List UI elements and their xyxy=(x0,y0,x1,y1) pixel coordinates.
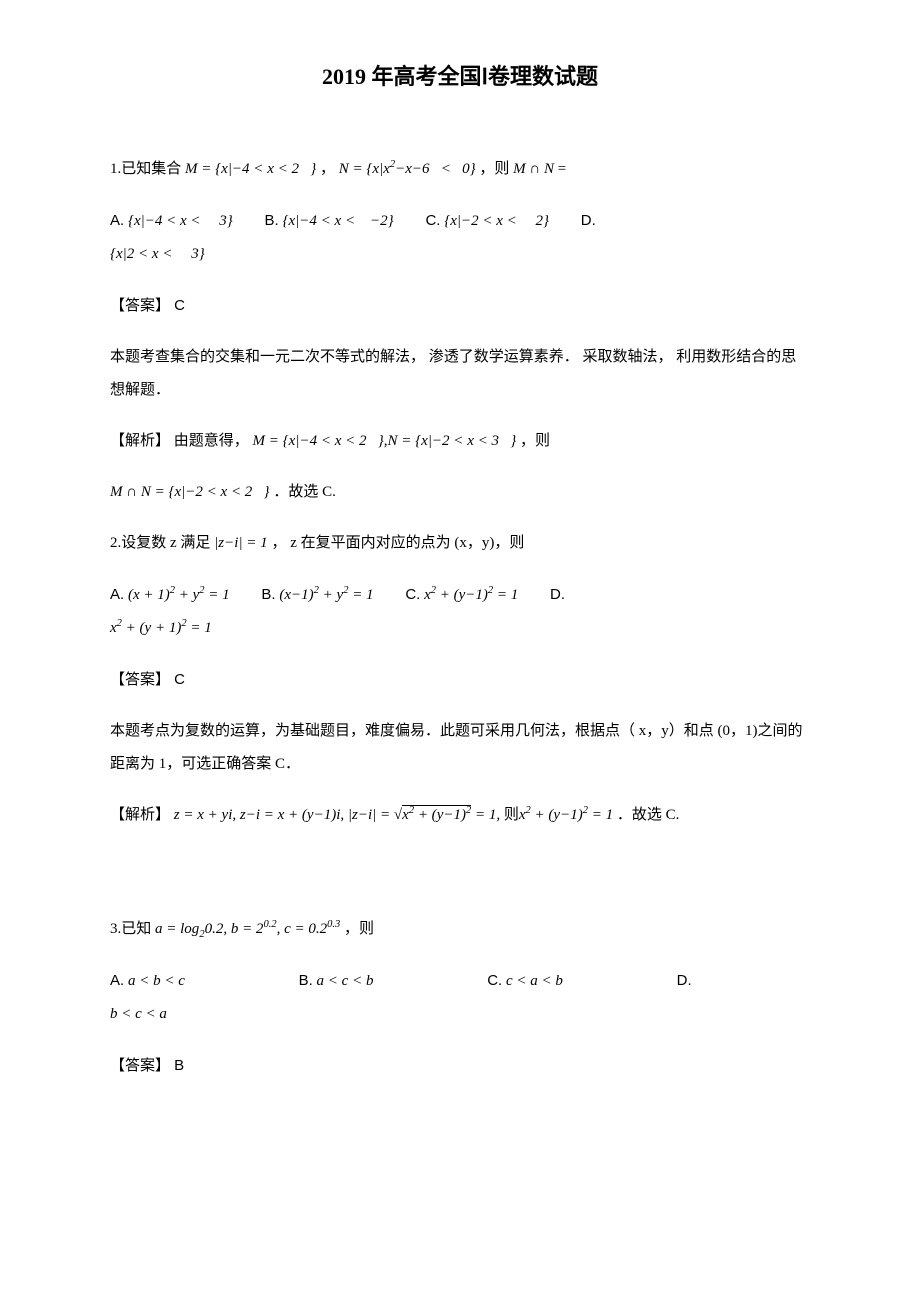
opt-label: D. xyxy=(581,212,596,229)
opt-math: (x−1)2 + y2 = 1 xyxy=(279,587,373,603)
q1-optD-math: {x|2 < x < 3} xyxy=(110,246,205,262)
opt-math: {x|−4 < x < 3} xyxy=(128,213,233,229)
opt-math: a < b < c xyxy=(128,973,185,989)
q1-answer: 【答案】 C xyxy=(110,289,810,323)
answer-value: B xyxy=(170,1057,184,1074)
opt-label: D. xyxy=(550,586,565,603)
answer-label: 【答案】 xyxy=(110,672,170,688)
q3-optD: D. xyxy=(677,964,692,998)
q1-optB: B. {x|−4 < x < −2} xyxy=(265,204,394,238)
opt-label: D. xyxy=(677,972,692,989)
q1-optA: A. {x|−4 < x < 3} xyxy=(110,204,233,238)
q2-optB: B. (x−1)2 + y2 = 1 xyxy=(261,578,373,612)
q1-optD: D. xyxy=(581,204,596,238)
q2-explain: 本题考点为复数的运算，为基础题目，难度偏易．此题可采用几何法，根据点（ x，y）… xyxy=(110,715,810,781)
text: 则 xyxy=(504,807,519,823)
opt-math: c < a < b xyxy=(506,973,563,989)
text: 由题意得， xyxy=(174,433,253,449)
opt-label: C. xyxy=(405,586,420,603)
q1-n-def: N = {x|x2−x−6 < 0} xyxy=(339,161,476,177)
page-title: 2019 年高考全国Ⅰ卷理数试题 xyxy=(110,60,810,93)
q1-eq: = xyxy=(558,161,566,177)
text: ．故选 C. xyxy=(273,484,336,500)
q2-options: A. (x + 1)2 + y2 = 1 B. (x−1)2 + y2 = 1 … xyxy=(110,578,810,645)
analysis-label: 【解析】 xyxy=(110,807,170,823)
q1-options: A. {x|−4 < x < 3} B. {x|−4 < x < −2} C. … xyxy=(110,204,810,271)
tail: ，则 xyxy=(520,433,550,449)
q3-optC: C. c < a < b xyxy=(487,964,563,998)
q2-answer: 【答案】 C xyxy=(110,663,810,697)
q2-cond: |z−i| = 1 xyxy=(214,535,268,551)
q1-analysis-2: M ∩ N = {x|−2 < x < 2 } ．故选 C. xyxy=(110,476,810,509)
math: N = {x|−2 < x < 3 } xyxy=(388,433,517,449)
q3-optD-math: b < c < a xyxy=(110,1006,167,1022)
answer-label: 【答案】 xyxy=(110,298,170,314)
q2-analysis: 【解析】 z = x + yi, z−i = x + (y−1)i, |z−i|… xyxy=(110,799,810,832)
q2-stem-prefix: 2.设复数 z 满足 xyxy=(110,535,214,551)
q1-sep1: ， xyxy=(320,161,335,177)
q1-sep2: ，则 xyxy=(479,161,513,177)
analysis-label: 【解析】 xyxy=(110,433,170,449)
opt-label: C. xyxy=(425,212,440,229)
q2-optD-math: x2 + (y + 1)2 = 1 xyxy=(110,620,212,636)
q3-answer: 【答案】 B xyxy=(110,1049,810,1083)
q1-mn: M ∩ N xyxy=(513,161,554,177)
answer-value: C xyxy=(170,297,185,314)
answer-label: 【答案】 xyxy=(110,1058,170,1074)
opt-label: C. xyxy=(487,972,502,989)
q2-optD: D. xyxy=(550,578,565,612)
q2-optA: A. (x + 1)2 + y2 = 1 xyxy=(110,578,230,612)
q3-optB: B. a < c < b xyxy=(299,964,374,998)
math: M = {x|−4 < x < 2 } xyxy=(253,433,384,449)
q1-stem: 1.已知集合 M = {x|−4 < x < 2 } ， N = {x|x2−x… xyxy=(110,153,810,186)
opt-label: B. xyxy=(265,212,279,229)
opt-math: x2 + (y−1)2 = 1 xyxy=(424,587,518,603)
opt-label: B. xyxy=(299,972,313,989)
q3-stem-tail: ，则 xyxy=(344,921,374,937)
q1-explain: 本题考查集合的交集和一元二次不等式的解法， 渗透了数学运算素养． 采取数轴法， … xyxy=(110,341,810,407)
q1-optC: C. {x|−2 < x < 2} xyxy=(425,204,549,238)
q1-m-def: M = {x|−4 < x < 2 } xyxy=(185,161,316,177)
q2-optC: C. x2 + (y−1)2 = 1 xyxy=(405,578,518,612)
math: x2 + (y−1)2 = 1 xyxy=(519,807,613,823)
q1-stem-prefix: 1.已知集合 xyxy=(110,161,185,177)
answer-value: C xyxy=(170,671,185,688)
opt-math: a < c < b xyxy=(317,973,374,989)
math: M ∩ N = {x|−2 < x < 2 } xyxy=(110,484,270,500)
opt-label: A. xyxy=(110,972,124,989)
q3-optA: A. a < b < c xyxy=(110,964,185,998)
q1-analysis-1: 【解析】 由题意得， M = {x|−4 < x < 2 },N = {x|−2… xyxy=(110,425,810,458)
opt-label: A. xyxy=(110,586,124,603)
q3-stem-prefix: 3.已知 xyxy=(110,921,155,937)
q3-defs: a = log20.2, b = 20.2, c = 0.20.3 xyxy=(155,921,340,937)
opt-label: B. xyxy=(261,586,275,603)
opt-math: {x|−4 < x < −2} xyxy=(282,213,393,229)
math: z = x + yi, z−i = x + (y−1)i, |z−i| = √x… xyxy=(174,805,500,823)
q3-stem: 3.已知 a = log20.2, b = 20.2, c = 0.20.3 ，… xyxy=(110,913,810,946)
opt-label: A. xyxy=(110,212,124,229)
opt-math: {x|−2 < x < 2} xyxy=(444,213,549,229)
opt-math: (x + 1)2 + y2 = 1 xyxy=(128,587,230,603)
q2-stem: 2.设复数 z 满足 |z−i| = 1 ， z 在复平面内对应的点为 (x，y… xyxy=(110,527,810,560)
tail: ．故选 C. xyxy=(617,807,680,823)
q3-options: A. a < b < c B. a < c < b C. c < a < b D… xyxy=(110,964,810,1031)
q2-stem-mid: ， z 在复平面内对应的点为 (x，y)，则 xyxy=(271,535,524,551)
